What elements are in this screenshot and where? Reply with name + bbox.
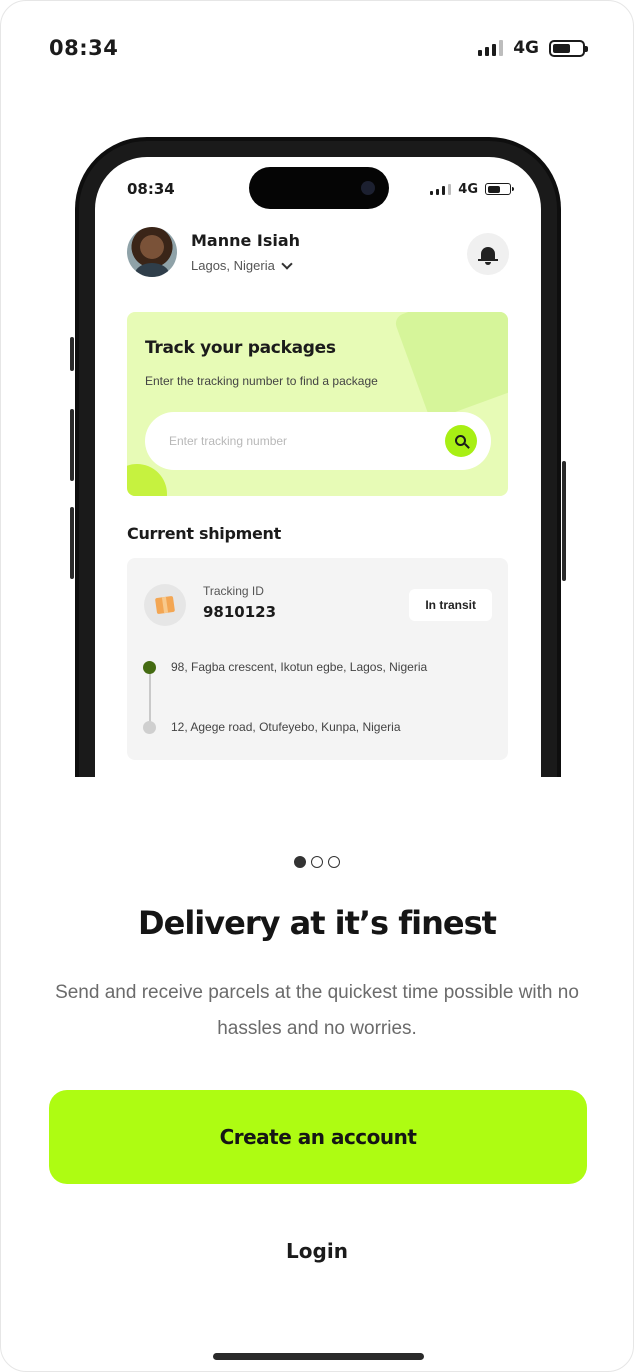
page-dot-active[interactable] xyxy=(294,856,306,868)
current-shipment-title: Current shipment xyxy=(127,524,281,543)
track-card-title: Track your packages xyxy=(145,338,336,358)
profile-header: Manne Isiah Lagos, Nigeria xyxy=(127,227,300,277)
onboarding-description: Send and receive parcels at the quickest… xyxy=(55,982,579,1039)
package-icon xyxy=(144,584,186,626)
page-dot[interactable] xyxy=(311,856,323,868)
profile-name: Manne Isiah xyxy=(191,231,301,250)
search-icon xyxy=(454,434,466,446)
onboarding-headline: Delivery at it’s finest xyxy=(138,904,497,942)
tracking-id-label: Tracking ID xyxy=(203,584,264,598)
bell-icon xyxy=(478,247,498,265)
status-bar: 08:34 4G xyxy=(49,33,588,63)
mockup-side-button xyxy=(70,337,74,371)
mockup-status-time: 08:34 xyxy=(127,180,175,198)
mockup-battery-icon xyxy=(485,183,514,195)
tracking-id-value: 9810123 xyxy=(203,603,277,621)
mockup-screen: 08:34 4G Manne Isiah Lagos, Nigeria Trac… xyxy=(95,157,541,777)
page-dot[interactable] xyxy=(328,856,340,868)
avatar[interactable] xyxy=(127,227,177,277)
status-badge: In transit xyxy=(409,589,492,621)
home-indicator[interactable] xyxy=(213,1353,424,1360)
login-button[interactable]: Login xyxy=(1,1239,633,1263)
route-line xyxy=(149,668,151,728)
mockup-side-button xyxy=(70,409,74,481)
signal-icon xyxy=(478,40,504,56)
origin-address: 98, Fagba crescent, Ikotun egbe, Lagos, … xyxy=(171,660,428,674)
tracking-search-field xyxy=(145,412,491,470)
tracking-number-input[interactable] xyxy=(169,434,419,448)
phone-mockup: 08:34 4G Manne Isiah Lagos, Nigeria Trac… xyxy=(75,137,561,777)
chevron-down-icon xyxy=(281,257,293,270)
mockup-side-button xyxy=(70,507,74,579)
mockup-side-button xyxy=(562,461,566,581)
status-indicators: 4G xyxy=(478,38,588,58)
track-card-subtitle: Enter the tracking number to find a pack… xyxy=(145,374,378,388)
onboarding-screen: 08:34 4G 08:34 4G Manne Isiah Lagos, Nig… xyxy=(0,0,634,1372)
destination-dot xyxy=(143,721,156,734)
shipment-card[interactable]: Tracking ID 9810123 In transit 98, Fagba… xyxy=(127,558,508,760)
location-label: Lagos, Nigeria xyxy=(191,258,275,273)
search-button[interactable] xyxy=(445,425,477,457)
mockup-network-type: 4G xyxy=(458,181,478,197)
create-account-button[interactable]: Create an account xyxy=(49,1090,587,1184)
location-selector[interactable]: Lagos, Nigeria xyxy=(191,257,300,273)
mockup-signal-icon xyxy=(430,183,452,195)
track-packages-card: Track your packages Enter the tracking n… xyxy=(127,312,508,496)
battery-icon xyxy=(549,39,588,57)
origin-dot xyxy=(143,661,156,674)
destination-address: 12, Agege road, Otufeyebo, Kunpa, Nigeri… xyxy=(171,720,401,734)
page-indicator xyxy=(1,856,633,868)
status-time: 08:34 xyxy=(49,36,119,60)
notifications-button[interactable] xyxy=(467,233,509,275)
network-type: 4G xyxy=(513,38,539,58)
mockup-status-bar: 08:34 4G xyxy=(127,179,514,199)
